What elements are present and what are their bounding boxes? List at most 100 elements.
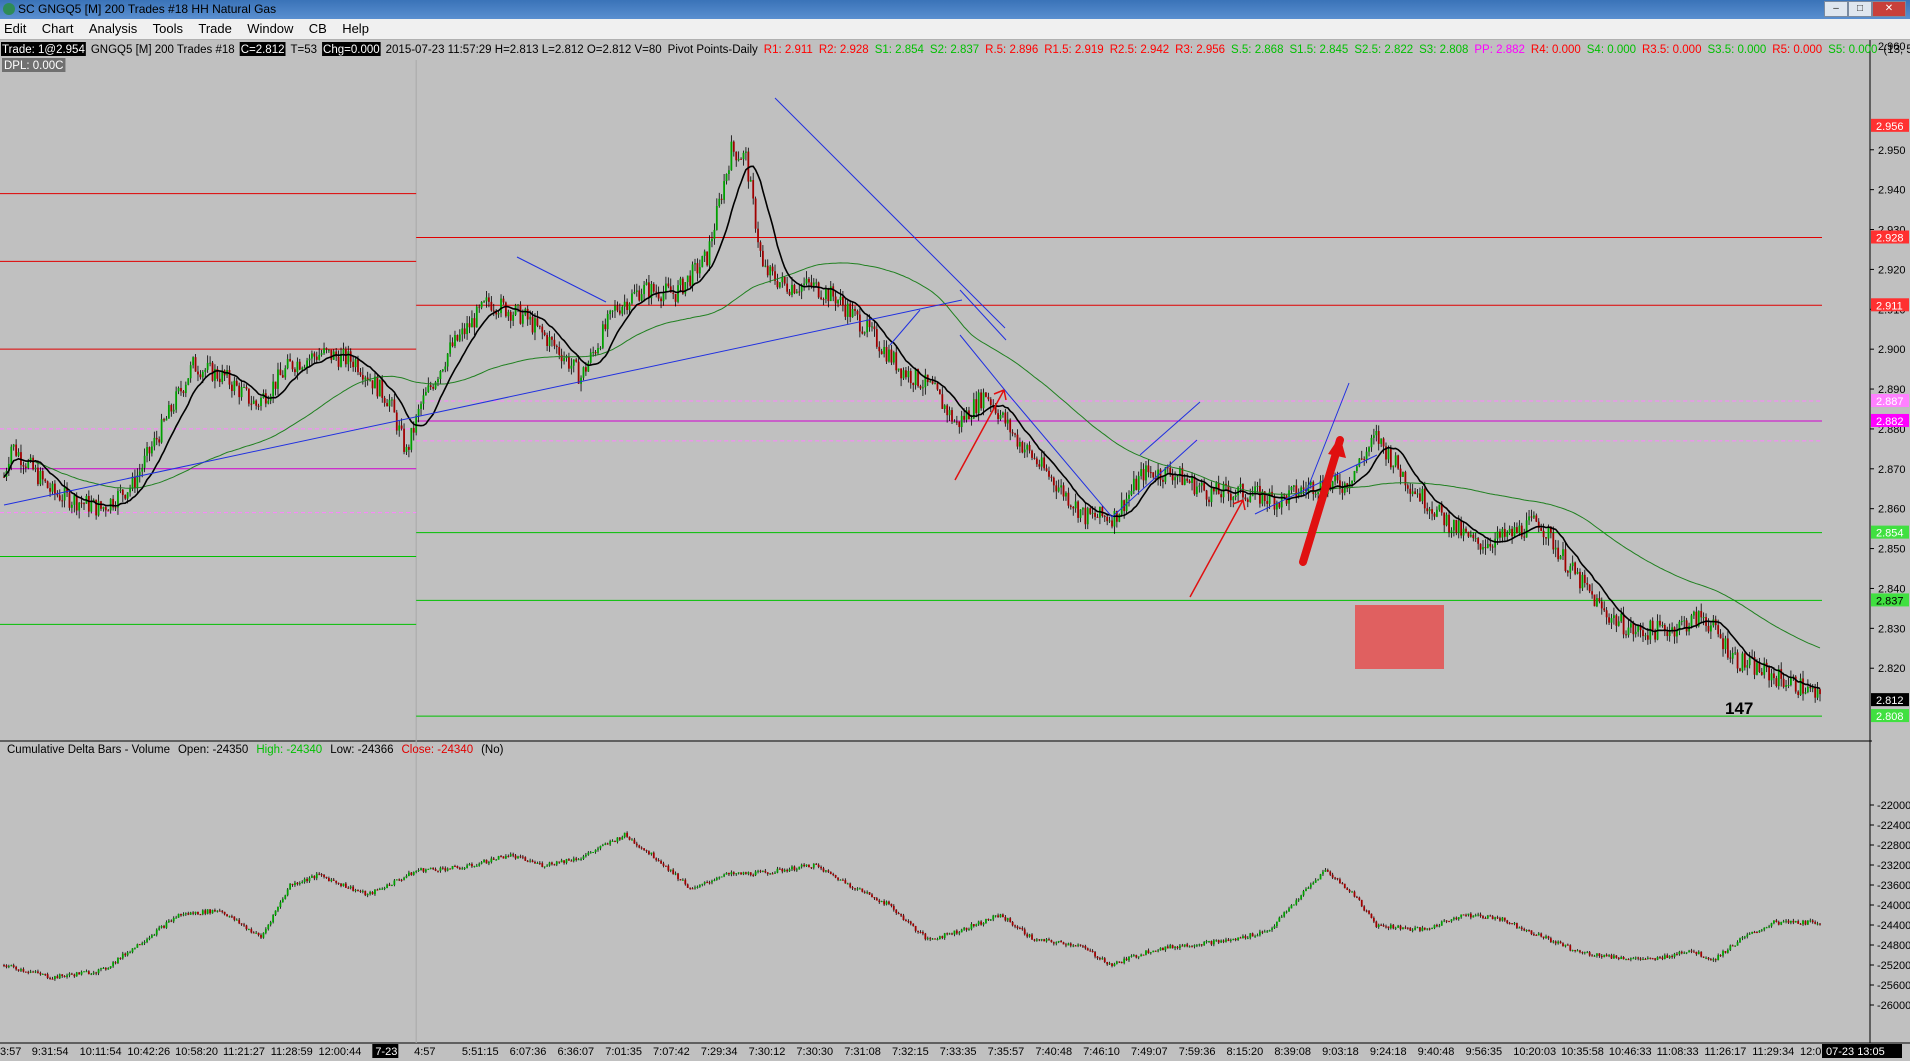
delta-bar-body xyxy=(1533,934,1535,936)
delta-bar-body xyxy=(866,892,869,894)
delta-tick-label: -25600 xyxy=(1877,980,1910,992)
price-bar-body xyxy=(201,371,204,378)
menu-edit[interactable]: Edit xyxy=(0,19,34,36)
price-bar-body xyxy=(793,284,796,294)
price-bar-body xyxy=(941,394,944,409)
price-bar-body xyxy=(1583,574,1586,584)
price-bar-body xyxy=(150,446,153,454)
price-bar-body xyxy=(985,392,987,397)
price-bar-body xyxy=(1174,477,1176,481)
delta-bar-body xyxy=(75,972,78,977)
delta-bar-body xyxy=(1273,926,1276,929)
highlight-rectangle[interactable] xyxy=(1355,605,1444,669)
pivot-value: R1.5: 2.919 xyxy=(1044,44,1103,56)
price-bar-body xyxy=(825,289,827,300)
delta-bar-body xyxy=(938,936,941,939)
price-bar-body xyxy=(660,298,662,302)
delta-bar-body xyxy=(895,909,898,914)
delta-bar-body xyxy=(504,856,507,859)
price-bar-body xyxy=(1004,412,1007,424)
delta-bar-body xyxy=(427,868,430,870)
menu-chart[interactable]: Chart xyxy=(38,19,82,36)
delta-bar-body xyxy=(718,877,721,879)
price-bar-body xyxy=(1448,514,1450,533)
delta-bar-body xyxy=(376,889,379,891)
price-marker-label: 2.882 xyxy=(1876,416,1904,428)
delta-bar-body xyxy=(315,873,318,879)
delta-bar-body xyxy=(808,864,810,868)
delta-bar-body xyxy=(1118,961,1121,963)
restore-button[interactable]: □ xyxy=(1848,1,1872,17)
delta-bar-body xyxy=(696,886,699,888)
delta-bar-body xyxy=(66,975,68,977)
delta-bar-body xyxy=(1496,917,1499,919)
price-bar-body xyxy=(783,277,786,284)
delta-bar-body xyxy=(330,879,333,882)
delta-bar-body xyxy=(1028,934,1031,937)
menu-tools[interactable]: Tools xyxy=(149,19,191,36)
delta-bar-body xyxy=(1673,953,1676,957)
menu-trade[interactable]: Trade xyxy=(194,19,239,36)
price-bar-body xyxy=(1579,571,1581,589)
price-bar-body xyxy=(718,198,721,207)
price-bar-body xyxy=(1622,613,1625,635)
delta-bar-body xyxy=(146,939,148,942)
chart-area[interactable]: 2.9502.9402.9302.9202.9102.9002.8902.880… xyxy=(0,40,1910,1058)
price-bar-body xyxy=(1608,617,1610,623)
price-bar-body xyxy=(997,413,999,419)
close-button[interactable]: ✕ xyxy=(1872,1,1906,17)
price-bar-body xyxy=(929,381,932,383)
delta-bar-body xyxy=(735,873,738,875)
delta-bar-body xyxy=(1229,939,1232,942)
menu-help[interactable]: Help xyxy=(338,19,377,36)
delta-bar-body xyxy=(172,917,175,922)
delta-bar-body xyxy=(1600,955,1603,958)
delta-bar-body xyxy=(46,974,49,978)
delta-bar-body xyxy=(211,910,214,914)
delta-bar-body xyxy=(1494,917,1497,920)
delta-bar-body xyxy=(201,910,204,915)
price-bar-body xyxy=(361,374,364,380)
price-bar-body xyxy=(866,319,869,333)
delta-bar-body xyxy=(958,932,961,934)
delta-bar-body xyxy=(1661,957,1664,959)
menu-analysis[interactable]: Analysis xyxy=(85,19,145,36)
delta-bar-body xyxy=(1734,945,1737,947)
price-bar-body xyxy=(267,400,270,404)
price-bar-body xyxy=(635,290,638,292)
delta-bar-body xyxy=(158,927,161,930)
delta-bar-body xyxy=(594,849,597,853)
delta-bar-body xyxy=(1756,932,1758,934)
price-bar-body xyxy=(890,349,893,363)
delta-bar-body xyxy=(1448,921,1450,923)
delta-bar-body xyxy=(934,938,936,940)
delta-bar-body xyxy=(1780,922,1783,925)
delta-bar-body xyxy=(720,876,723,878)
delta-bar-body xyxy=(1705,957,1707,959)
minimize-button[interactable]: – xyxy=(1824,1,1848,17)
delta-bar-body xyxy=(1220,940,1223,943)
price-bar-body xyxy=(1673,627,1676,637)
price-bar-body xyxy=(1797,691,1800,695)
delta-bar-body xyxy=(631,839,633,841)
price-bar-body xyxy=(315,356,318,360)
chart-background xyxy=(0,40,1910,1058)
menu-cb[interactable]: CB xyxy=(305,19,335,36)
delta-bar-body xyxy=(747,872,750,874)
price-bar-body xyxy=(1477,538,1480,544)
price-bar-body xyxy=(458,334,461,341)
price-bar-body xyxy=(1600,601,1603,609)
delta-bar-body xyxy=(1111,963,1113,967)
price-bar-body xyxy=(228,370,231,385)
price-bar-body xyxy=(849,303,852,318)
chart-svg[interactable]: 2.9502.9402.9302.9202.9102.9002.8902.880… xyxy=(0,40,1910,1058)
price-bar-body xyxy=(1545,537,1547,539)
delta-bar-body xyxy=(78,972,81,975)
price-bar-body xyxy=(1191,476,1193,484)
delta-tick-label: -23600 xyxy=(1877,880,1910,892)
pivot-value: R2: 2.928 xyxy=(819,44,869,56)
delta-bar-body xyxy=(1162,947,1164,951)
delta-bar-body xyxy=(1688,950,1690,953)
menu-window[interactable]: Window xyxy=(243,19,301,36)
price-bar-body xyxy=(378,379,381,397)
